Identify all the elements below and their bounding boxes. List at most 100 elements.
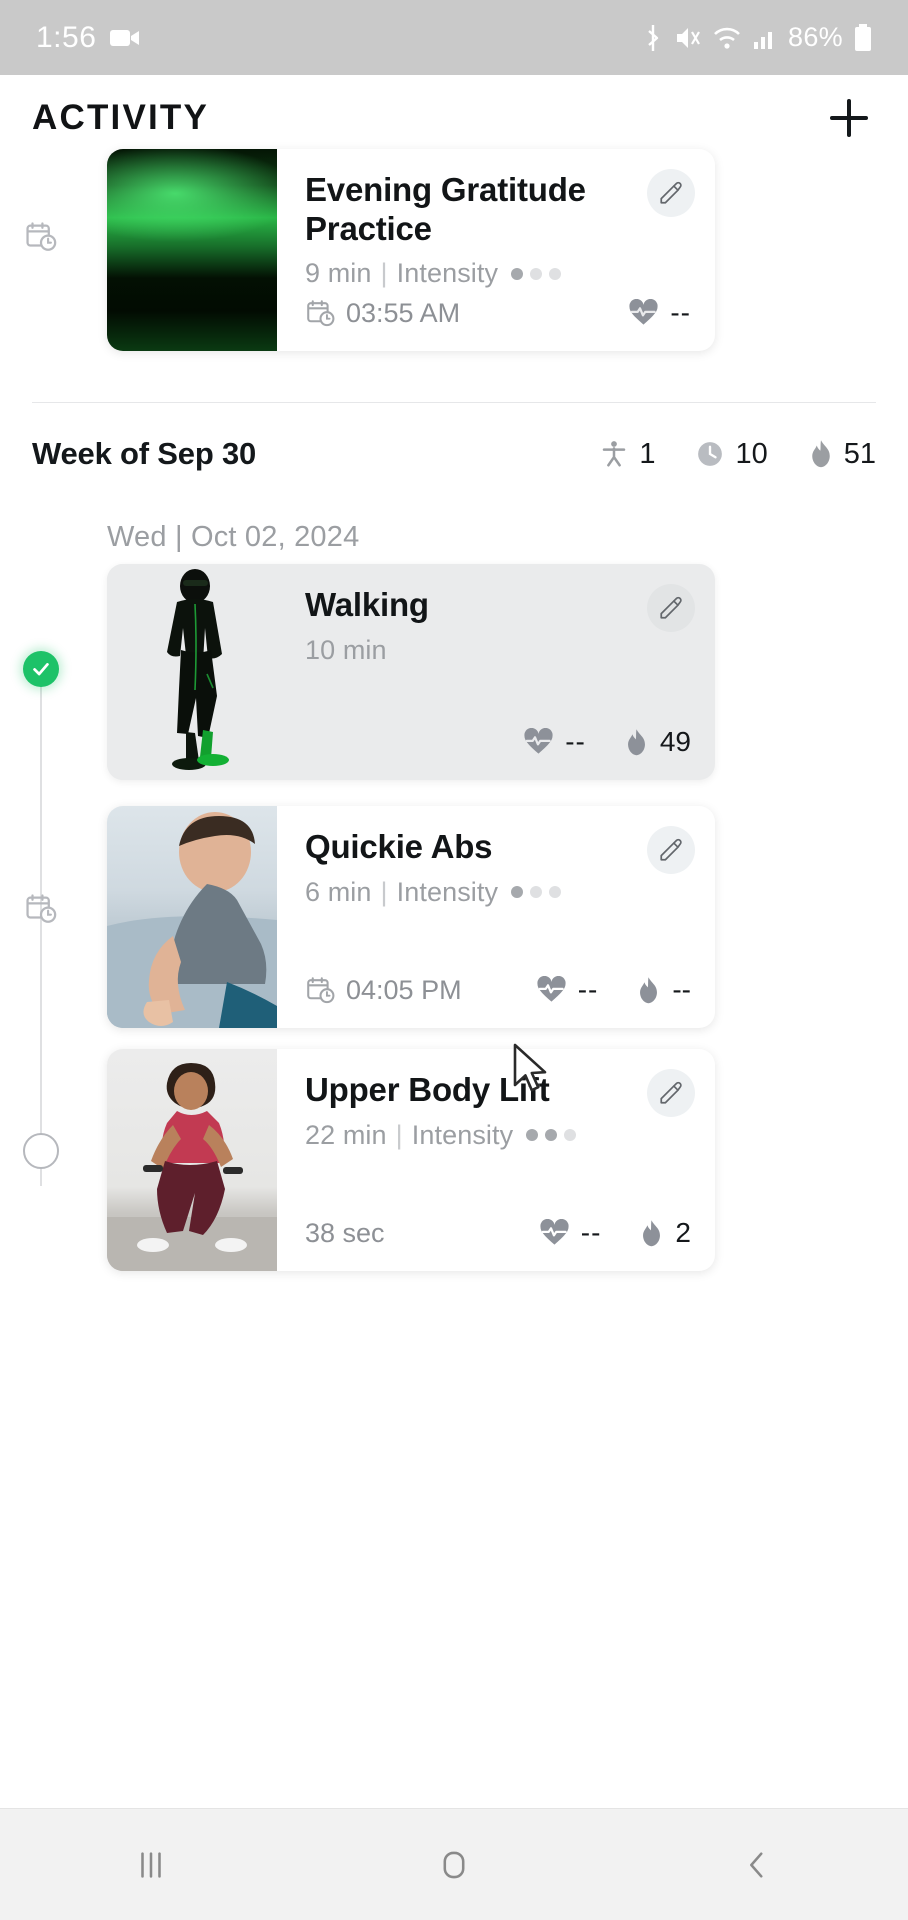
- day-date-header: Wed | Oct 02, 2024: [107, 521, 360, 553]
- scheduled-time: 04:05 PM: [346, 974, 462, 1005]
- add-activity-button[interactable]: [822, 91, 876, 145]
- intensity-dot: [549, 267, 562, 280]
- heart-rate-icon: [536, 975, 567, 1004]
- activity-title: Quickie Abs: [305, 828, 493, 865]
- home-icon: [437, 1848, 471, 1882]
- home-button[interactable]: [394, 1830, 514, 1900]
- android-navigation-bar: [0, 1808, 908, 1920]
- edit-activity-button[interactable]: [647, 826, 695, 874]
- intensity-label: Intensity: [396, 258, 499, 289]
- status-bar: 1:56 86%: [0, 0, 908, 75]
- heart-rate-metric: --: [539, 1217, 602, 1249]
- activity-thumbnail: [107, 806, 277, 1028]
- calories-value: 49: [659, 726, 691, 757]
- recents-button[interactable]: [91, 1830, 211, 1900]
- activity-metrics: -- 2: [539, 1217, 691, 1249]
- scheduled-time: 03:55 AM: [346, 297, 461, 328]
- scheduled-time-group: 04:05 PM: [305, 975, 462, 1006]
- intensity-label: Intensity: [411, 1119, 514, 1150]
- activity-title: Evening Gratitude Practice: [305, 171, 586, 247]
- heart-rate-icon: [523, 727, 554, 756]
- activity-card-upper-body-lift[interactable]: Upper Body Lift 22 min | Intensity 38 se…: [107, 1049, 715, 1271]
- activity-thumbnail: [107, 1049, 277, 1271]
- intensity-dot: [526, 1129, 539, 1142]
- calendar-clock-icon: [305, 298, 336, 329]
- intensity-dots: [526, 1129, 577, 1142]
- calories-metric: --: [636, 974, 691, 1006]
- activity-scroll-area[interactable]: Evening Gratitude Practice 9 min | Inten…: [0, 149, 908, 1808]
- video-camera-icon: [110, 27, 140, 49]
- intensity-dots: [511, 886, 562, 899]
- week-workouts-stat: 1: [599, 438, 655, 471]
- subtitle-separator: |: [395, 1119, 403, 1150]
- activity-title: Upper Body Lift: [305, 1071, 550, 1108]
- activity-card-footer: 04:05 PM -- --: [305, 974, 691, 1006]
- flame-icon: [624, 728, 649, 757]
- activity-subtitle: 22 min | Intensity: [305, 1120, 691, 1151]
- activity-metrics: --: [628, 297, 691, 329]
- status-bar-left: 1:56: [36, 21, 140, 55]
- heart-rate-value: --: [580, 1217, 602, 1248]
- flame-icon: [808, 439, 834, 469]
- heart-rate-icon: [539, 1218, 570, 1247]
- edit-activity-button[interactable]: [647, 1069, 695, 1117]
- flame-icon: [639, 1219, 664, 1248]
- activity-subtitle: 6 min | Intensity: [305, 877, 691, 908]
- calendar-clock-icon: [305, 975, 336, 1006]
- activity-card-walking[interactable]: Walking 10 min -- 49: [107, 564, 715, 780]
- elapsed-time: 38 sec: [305, 1217, 385, 1248]
- week-title: Week of Sep 30: [32, 436, 257, 471]
- subtitle-separator: |: [380, 876, 388, 907]
- activity-duration: 22 min: [305, 1119, 387, 1150]
- recents-icon: [134, 1848, 168, 1882]
- edit-activity-button[interactable]: [647, 169, 695, 217]
- activity-thumbnail: [107, 564, 277, 780]
- activity-subtitle: 9 min | Intensity: [305, 258, 691, 289]
- edit-activity-button[interactable]: [647, 584, 695, 632]
- week-workouts-value: 1: [639, 437, 656, 470]
- heart-rate-value: --: [577, 974, 599, 1005]
- calories-metric: 49: [624, 726, 691, 758]
- activity-card-footer: 38 sec -- 2: [305, 1217, 691, 1249]
- calories-value: --: [672, 974, 691, 1005]
- week-calories-value: 51: [843, 437, 876, 470]
- intensity-dot: [564, 1129, 577, 1142]
- week-calories-stat: 51: [808, 438, 876, 471]
- elapsed-time-group: 38 sec: [305, 1218, 385, 1249]
- intensity-label: Intensity: [396, 876, 499, 907]
- timeline-rail: [40, 686, 42, 1186]
- activity-card-evening-gratitude[interactable]: Evening Gratitude Practice 9 min | Inten…: [107, 149, 715, 351]
- calories-value: 2: [675, 1217, 691, 1248]
- flame-icon: [636, 976, 661, 1005]
- heart-rate-icon: [628, 298, 659, 327]
- intensity-dots: [511, 267, 562, 280]
- subtitle-separator: |: [380, 258, 388, 289]
- activity-card-quickie-abs[interactable]: Quickie Abs 6 min | Intensity 04:05 PM -…: [107, 806, 715, 1028]
- activity-metrics: -- 49: [523, 726, 691, 758]
- week-minutes-value: 10: [735, 437, 768, 470]
- heart-rate-metric: --: [536, 974, 599, 1006]
- page-title: ACTIVITY: [32, 98, 210, 137]
- activity-subtitle: 10 min: [305, 635, 691, 666]
- week-summary-row[interactable]: Week of Sep 30 1 10 51: [32, 436, 876, 472]
- activity-card-body: Quickie Abs 6 min | Intensity 04:05 PM -…: [277, 806, 715, 1028]
- intensity-dot: [530, 267, 543, 280]
- activity-duration: 9 min: [305, 258, 372, 289]
- intensity-dot: [545, 1129, 558, 1142]
- activity-duration: 6 min: [305, 876, 372, 907]
- activity-card-body: Evening Gratitude Practice 9 min | Inten…: [277, 149, 715, 351]
- heart-rate-metric: --: [628, 297, 691, 329]
- activity-duration: 10 min: [305, 634, 387, 665]
- scheduled-time-group: 03:55 AM: [305, 298, 460, 329]
- clock-icon: [695, 439, 725, 469]
- battery-icon: [854, 23, 872, 52]
- back-button[interactable]: [697, 1830, 817, 1900]
- timeline-marker-pending: [23, 1133, 59, 1169]
- wifi-icon: [712, 25, 742, 51]
- battery-percent-label: 86%: [788, 22, 843, 52]
- timeline-marker-scheduled: [23, 219, 59, 255]
- bluetooth-icon: [642, 23, 664, 53]
- activity-thumbnail: [107, 149, 277, 351]
- intensity-dot: [549, 886, 562, 899]
- mute-icon: [675, 24, 701, 52]
